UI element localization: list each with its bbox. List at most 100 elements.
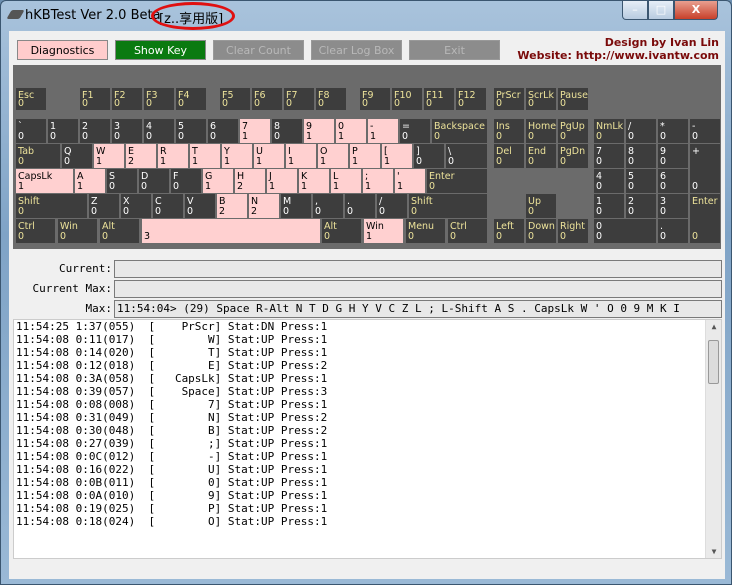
- key-count: 0: [660, 156, 667, 167]
- key-count: 0: [528, 98, 535, 109]
- key-ctrl: Ctrl 0: [448, 219, 487, 243]
- key-count: 0: [60, 231, 67, 242]
- key--: -1: [368, 119, 398, 143]
- key-x: X0: [121, 194, 151, 218]
- key-count: 0: [408, 231, 415, 242]
- key-count: 0: [596, 181, 603, 192]
- key-count: 0: [315, 206, 322, 217]
- key-s: S0: [107, 169, 137, 193]
- key-count: 1: [192, 156, 199, 167]
- show-key-count-button[interactable]: Show Key Count: [115, 40, 206, 76]
- key-count: 0: [362, 98, 369, 109]
- log-line: 11:54:08 0:16(022) [ U] Stat:UP Press:1: [16, 463, 328, 476]
- maximize-button[interactable]: □: [648, 1, 674, 20]
- key-count: 0: [82, 98, 89, 109]
- key-count: 0: [187, 206, 194, 217]
- key-count: 0: [91, 206, 98, 217]
- key-+: +0: [690, 144, 720, 193]
- key-count: 0: [596, 231, 603, 242]
- key-7: 70: [594, 144, 624, 168]
- scroll-thumb[interactable]: [708, 340, 719, 384]
- key-count: 0: [146, 131, 153, 142]
- key-count: 0: [596, 131, 603, 142]
- log-line: 11:54:25 1:37(055) [ PrScr] Stat:DN Pres…: [16, 320, 328, 333]
- log-line: 11:54:08 0:31(049) [ N] Stat:UP Press:2: [16, 411, 328, 424]
- current-label: Current:: [59, 262, 112, 275]
- key-home: Home 0: [526, 119, 556, 143]
- key-end: End 0: [526, 144, 556, 168]
- key-count: 0: [114, 131, 121, 142]
- key-i: I1: [286, 144, 316, 168]
- key-f6: F6 0: [252, 88, 282, 110]
- log-line: 11:54:08 0:3A(058) [ CapsLk] Stat:UP Pre…: [16, 372, 328, 385]
- key-count: 0: [82, 131, 89, 142]
- key-[: [1: [382, 144, 412, 168]
- client-area: Diagnostics Show Key Count Clear Count C…: [9, 31, 725, 579]
- key-count: 0: [496, 156, 503, 167]
- log-line: 11:54:08 0:0A(010) [ 9] Stat:UP Press:1: [16, 489, 328, 502]
- key-f7: F7 0: [284, 88, 314, 110]
- key-f5: F5 0: [220, 88, 250, 110]
- key-5: 50: [176, 119, 206, 143]
- key-u: U1: [254, 144, 284, 168]
- key-enter: Enter 0: [427, 169, 487, 193]
- key-count: 0: [660, 231, 667, 242]
- key-count: 1: [320, 156, 327, 167]
- key-count: 2: [251, 206, 258, 217]
- key-count: 1: [352, 156, 359, 167]
- diagnostics-button[interactable]: Diagnostics: [17, 40, 108, 60]
- key-count: 0: [102, 231, 109, 242]
- key-count: 0: [109, 181, 116, 192]
- key-count: 0: [50, 131, 57, 142]
- key-nmlk: NmLk 0: [594, 119, 624, 143]
- key-f9: F9 0: [360, 88, 390, 110]
- log-box[interactable]: 11:54:25 1:37(055) [ PrScr] Stat:DN Pres…: [13, 319, 722, 559]
- key-count: 0: [429, 181, 436, 192]
- key-z: Z0: [89, 194, 119, 218]
- key-2: 20: [626, 194, 656, 218]
- key-9: 90: [658, 144, 688, 168]
- key-count: 0: [18, 131, 25, 142]
- max-field: 11:54:04> (29) Space R-Alt N T D G H Y V…: [114, 300, 722, 318]
- key-d: D0: [139, 169, 169, 193]
- current-max-label: Current Max:: [32, 282, 112, 295]
- key-count: 0: [496, 98, 503, 109]
- key-e: E2: [126, 144, 156, 168]
- key-f4: F4 0: [176, 88, 206, 110]
- key-count: 0: [528, 156, 535, 167]
- key-]: ] 0: [414, 144, 444, 168]
- clear-log-box-button[interactable]: Clear Log Box: [311, 40, 402, 60]
- key-count: 0: [560, 98, 567, 109]
- scroll-down-arrow-icon[interactable]: ▼: [706, 547, 721, 556]
- key-w: W1: [94, 144, 124, 168]
- key-pause: Pause 0: [558, 88, 588, 110]
- key-count: 0: [660, 131, 667, 142]
- log-line: 11:54:08 0:19(025) [ P] Stat:UP Press:1: [16, 502, 328, 515]
- scroll-up-arrow-icon[interactable]: ▲: [706, 322, 721, 331]
- key-count: 0: [434, 131, 441, 142]
- key-count: 0: [318, 98, 325, 109]
- website-link[interactable]: Website: http://www.ivantw.com: [517, 49, 719, 62]
- key-count: 0: [496, 131, 503, 142]
- key-count: 0: [692, 181, 699, 192]
- close-button[interactable]: X: [674, 1, 718, 20]
- log-scrollbar[interactable]: ▲ ▼: [705, 320, 721, 558]
- key-l: L1: [331, 169, 361, 193]
- key-p: P1: [350, 144, 380, 168]
- clear-count-button[interactable]: Clear Count: [213, 40, 304, 60]
- key-count: 0: [628, 181, 635, 192]
- log-line: 11:54:08 0:27(039) [ ;] Stat:UP Press:1: [16, 437, 328, 450]
- minimize-button[interactable]: –: [622, 1, 648, 20]
- max-label: Max:: [85, 302, 113, 315]
- key-count: 0: [496, 231, 503, 242]
- key-3: 30: [658, 194, 688, 218]
- key--: -0: [690, 119, 720, 143]
- key-count: 0: [660, 181, 667, 192]
- key-count: 0: [18, 98, 25, 109]
- key-f: F0: [171, 169, 201, 193]
- exit-button[interactable]: Exit: [409, 40, 500, 60]
- key-count: 1: [306, 131, 313, 142]
- key-q: Q0: [62, 144, 92, 168]
- key-count: 2: [237, 181, 244, 192]
- key-4: 40: [594, 169, 624, 193]
